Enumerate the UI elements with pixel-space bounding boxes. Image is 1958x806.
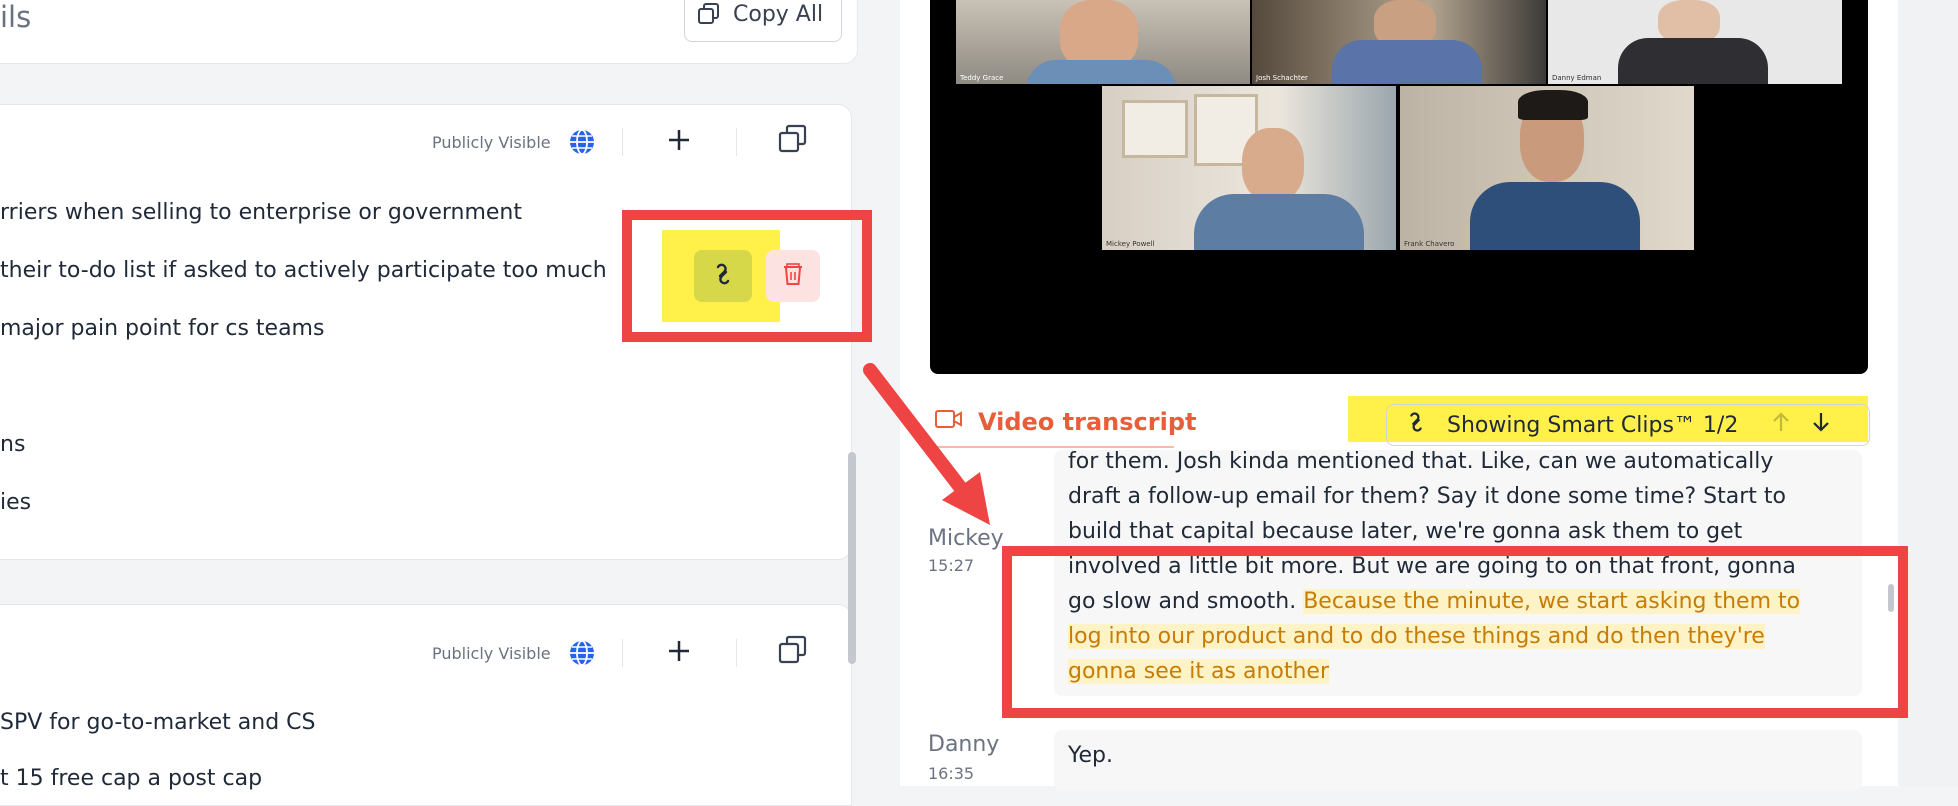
participant-name: Teddy Grace: [960, 74, 1004, 82]
list-item: ns: [0, 432, 26, 457]
transcript-line: for them. Josh kinda mentioned that. Lik…: [1068, 449, 1774, 474]
participant-name: Frank Chavero: [1404, 240, 1455, 248]
participant-name: Josh Schachter: [1256, 74, 1308, 82]
copy-all-label: Copy All: [733, 1, 824, 27]
video-tile: Josh Schachter: [1252, 0, 1546, 84]
details-heading: ils: [0, 0, 32, 34]
smart-clips-label: Showing Smart Clips™ 1/2: [1447, 412, 1739, 438]
globe-icon[interactable]: [568, 639, 596, 671]
timestamp[interactable]: 16:35: [928, 764, 974, 783]
tab-label: Video transcript: [978, 408, 1197, 436]
video-tile: Frank Chavero: [1400, 86, 1694, 250]
timestamp[interactable]: 15:27: [928, 556, 974, 575]
smart-clips-bar: Showing Smart Clips™ 1/2: [1386, 404, 1870, 446]
divider: [622, 639, 623, 667]
globe-icon[interactable]: [568, 128, 596, 160]
video-tile: Danny Edman: [1548, 0, 1842, 84]
list-item: SPV for go-to-market and CS: [0, 710, 316, 735]
arrow-up-icon[interactable]: [1770, 411, 1792, 439]
participant-name: Danny Edman: [1552, 74, 1602, 82]
list-item: their to-do list if asked to actively pa…: [0, 258, 607, 283]
copy-icon[interactable]: [778, 124, 808, 158]
transcript-line: build that capital because later, we're …: [1068, 519, 1743, 544]
speaker-name: Danny: [928, 732, 1000, 757]
video-tile: Mickey Powell: [1102, 86, 1396, 250]
copy-icon[interactable]: [778, 635, 808, 669]
copy-all-button[interactable]: Copy All: [684, 0, 842, 42]
divider: [736, 639, 737, 667]
visibility-label: Publicly Visible: [432, 133, 551, 152]
transcript-text: Yep.: [1068, 743, 1114, 768]
list-item: rriers when selling to enterprise or gov…: [0, 200, 522, 225]
divider: [622, 128, 623, 156]
video-tile: Teddy Grace: [956, 0, 1250, 84]
video-player[interactable]: Teddy Grace Josh Schachter Danny Edman M…: [930, 0, 1868, 374]
transcript-bubble: [1054, 730, 1862, 790]
divider: [736, 128, 737, 156]
list-item: major pain point for cs teams: [0, 316, 325, 341]
list-item: ies: [0, 490, 32, 515]
visibility-label: Publicly Visible: [432, 644, 551, 663]
copy-icon: [697, 2, 721, 26]
arrow-down-icon[interactable]: [1810, 411, 1832, 439]
transcript-line: draft a follow-up email for them? Say it…: [1068, 484, 1786, 509]
add-icon[interactable]: [666, 127, 692, 157]
add-icon[interactable]: [666, 638, 692, 668]
annotation-arrow: [863, 363, 990, 525]
link-icon: [1403, 409, 1429, 441]
participant-name: Mickey Powell: [1106, 240, 1155, 248]
list-item: t 15 free cap a post cap: [0, 766, 263, 791]
annotation-box: [1002, 546, 1908, 718]
left-scrollbar[interactable]: [848, 452, 856, 664]
annotation-box: [622, 210, 872, 342]
